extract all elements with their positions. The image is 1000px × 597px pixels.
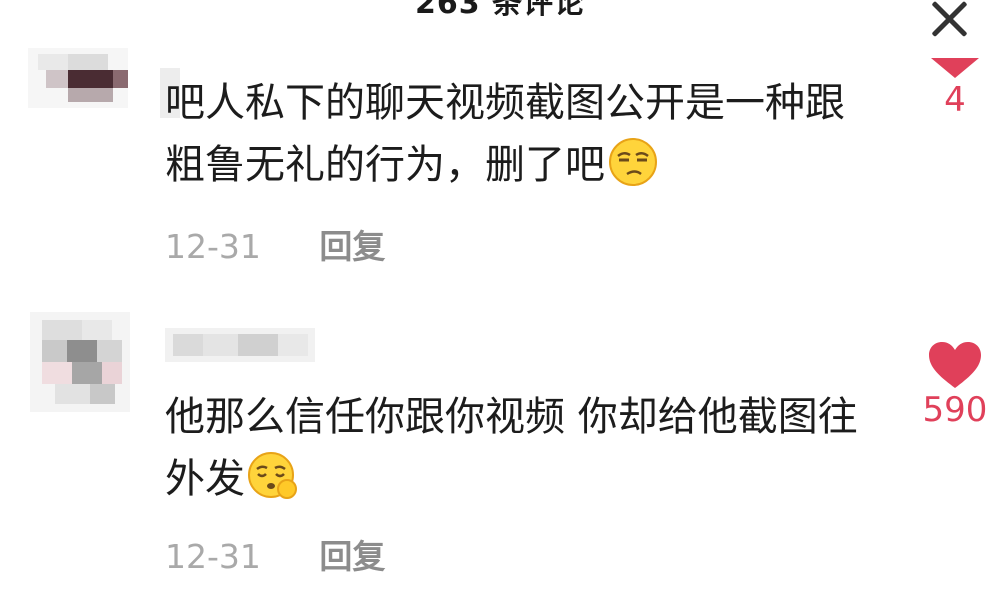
heart-icon <box>931 58 979 78</box>
comment-date: 12-31 <box>165 227 261 266</box>
unamused-face-emoji <box>609 138 657 186</box>
comment-text: 他那么信任你跟你视频 你却给他截图往外发 <box>165 394 858 502</box>
comments-panel: 263 条评论 吧人私下的聊天视频截图公开是一种跟粗鲁无礼的行为，删了吧 12-… <box>0 0 1000 597</box>
reply-button[interactable]: 回复 <box>319 537 385 576</box>
heart-icon <box>929 342 981 388</box>
avatar[interactable] <box>28 48 128 108</box>
like-count: 4 <box>944 80 966 120</box>
page-title: 263 条评论 <box>414 0 586 21</box>
close-icon[interactable] <box>928 0 970 40</box>
comment-date: 12-31 <box>165 537 261 576</box>
like-button[interactable]: 4 <box>920 50 990 120</box>
reply-button[interactable]: 回复 <box>319 227 385 266</box>
like-count: 590 <box>922 390 988 430</box>
comment-text: 吧人私下的聊天视频截图公开是一种跟粗鲁无礼的行为，删了吧 <box>165 80 845 188</box>
username-blurred[interactable] <box>165 328 315 362</box>
sleepy-shushing-face-emoji <box>248 452 297 499</box>
comment-meta: 12-31 回复 <box>165 530 385 578</box>
comment-meta: 12-31 回复 <box>165 220 385 268</box>
like-button[interactable]: 590 <box>920 340 990 430</box>
avatar[interactable] <box>30 312 130 412</box>
